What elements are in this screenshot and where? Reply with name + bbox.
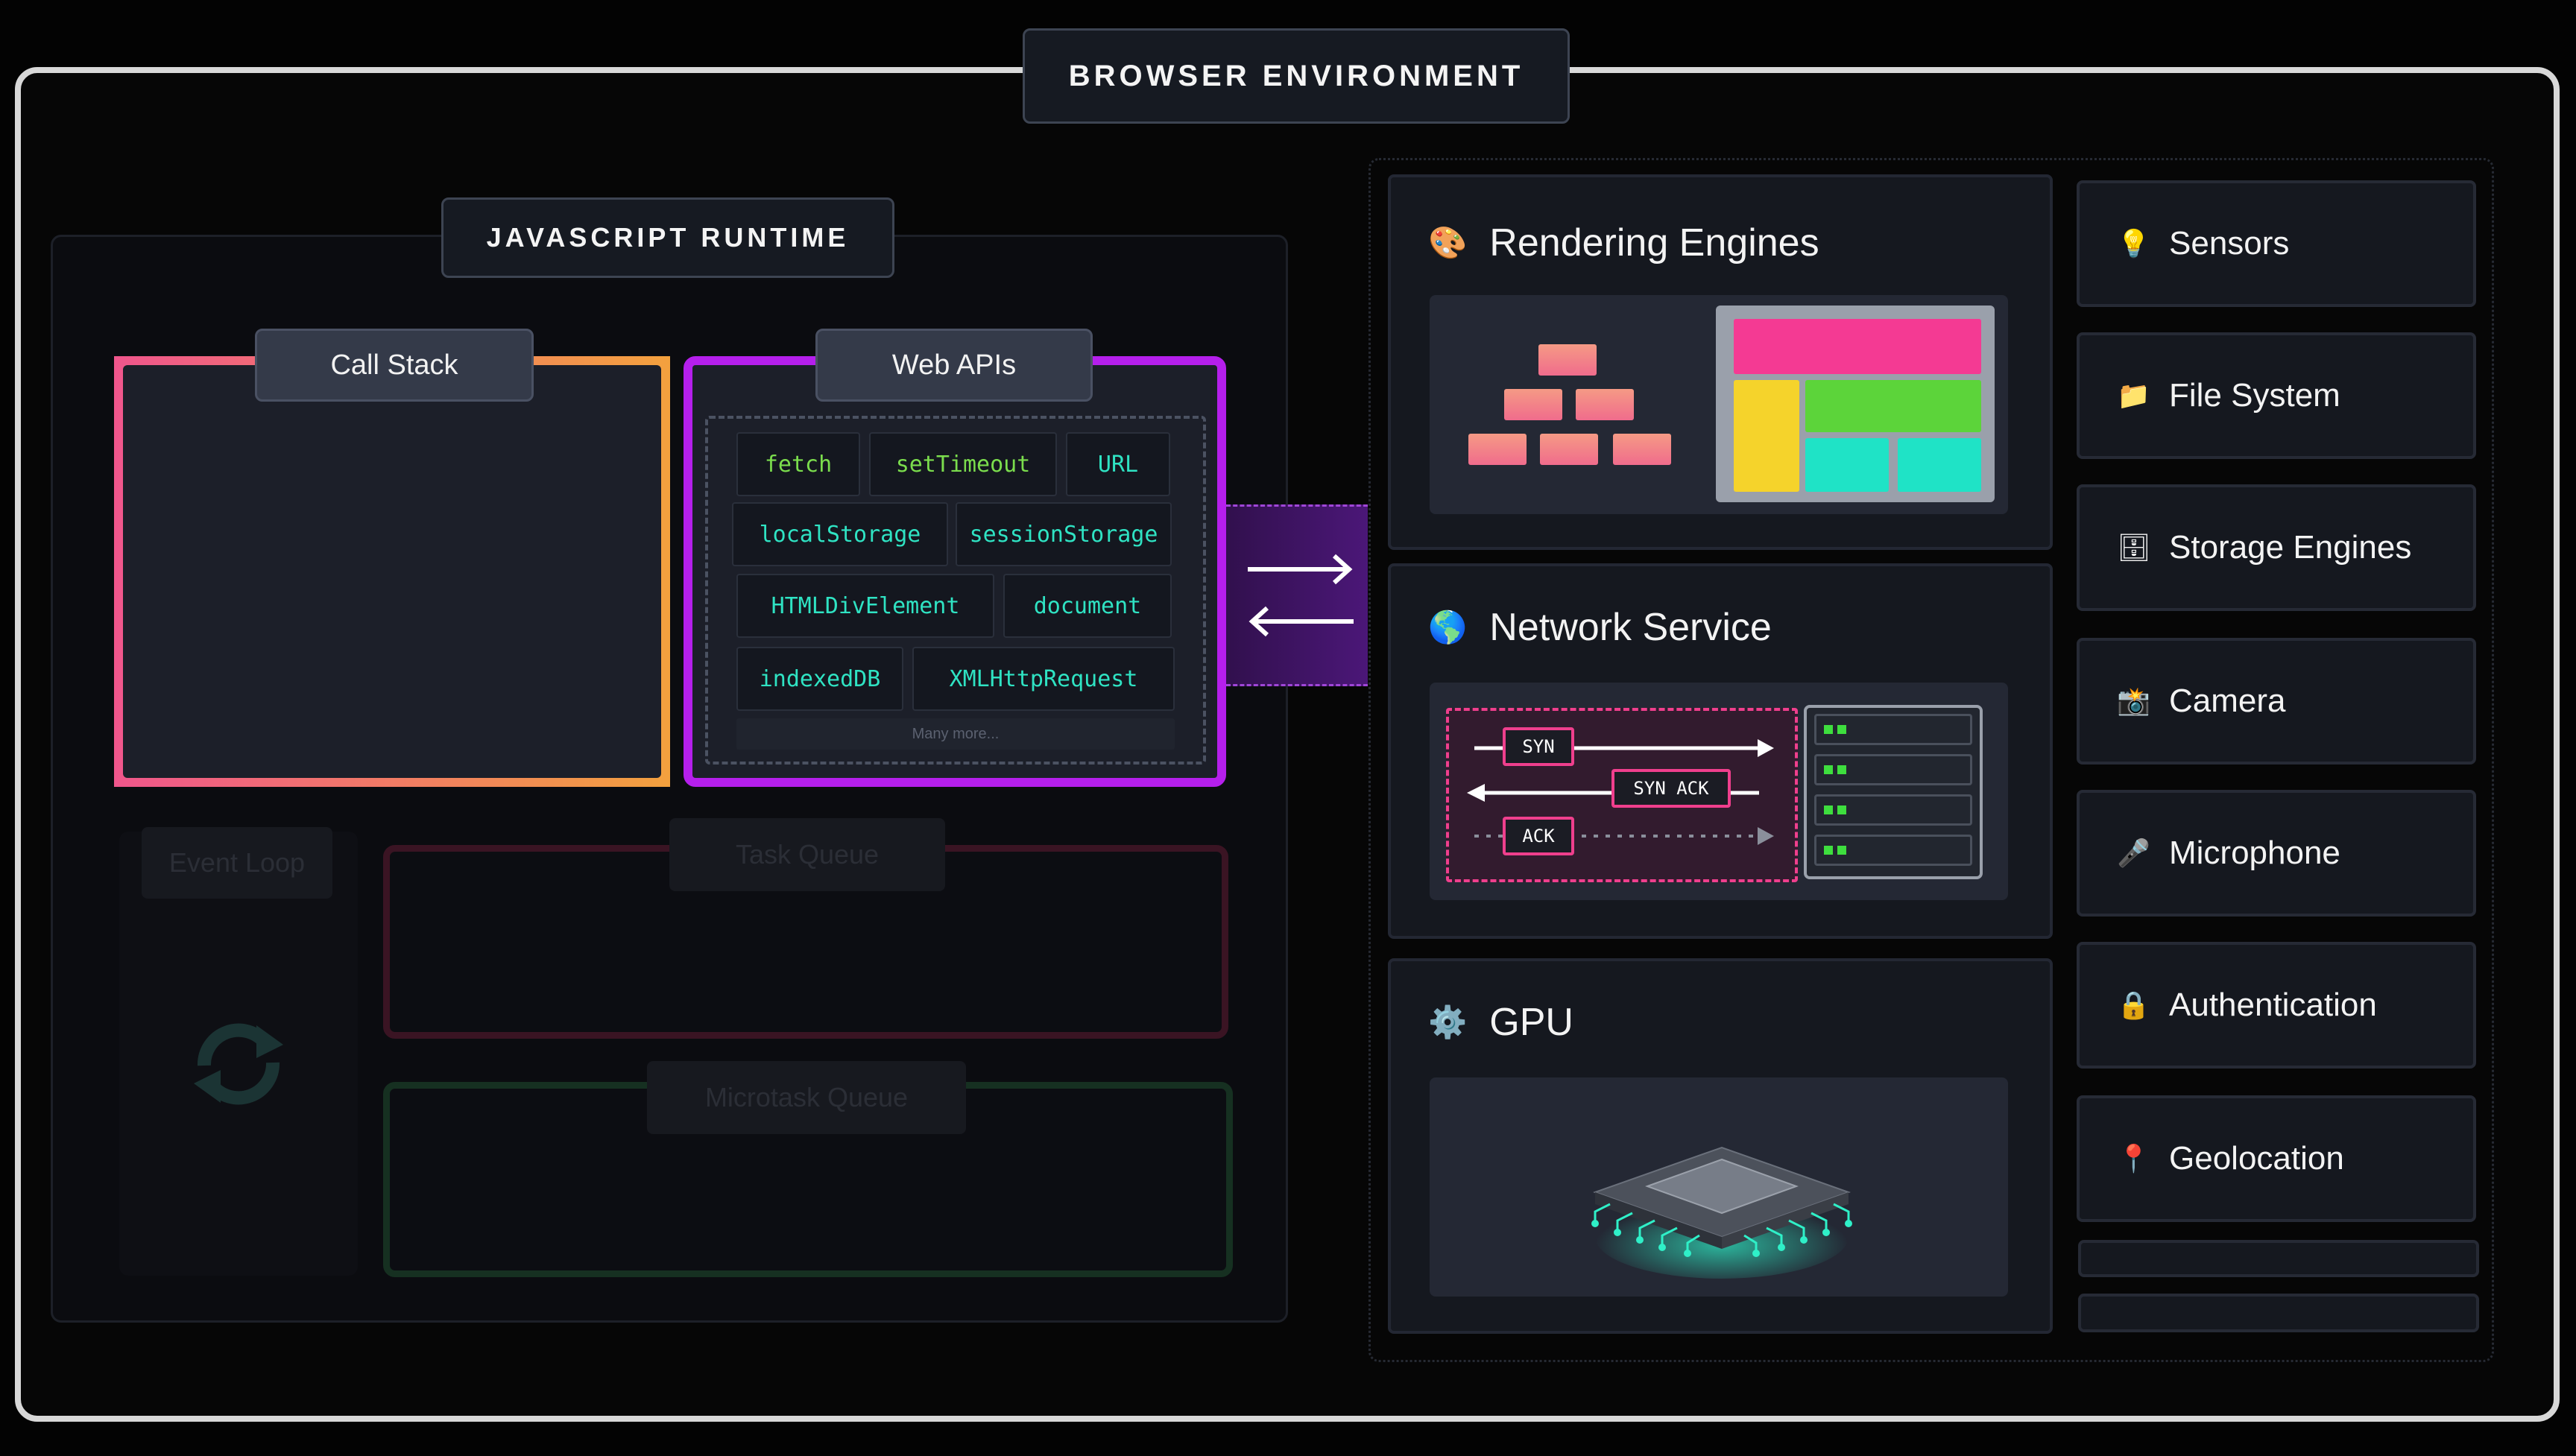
empty-slot xyxy=(2078,1240,2479,1277)
server-unit xyxy=(1814,794,1972,826)
server-unit xyxy=(1814,835,1972,866)
gpu-chip-icon xyxy=(1591,1146,1852,1279)
syn-ack-packet-label: SYN ACK xyxy=(1611,769,1731,808)
layout-header-block xyxy=(1734,319,1981,374)
lightbulb-icon: 💡 xyxy=(2117,228,2150,259)
file-system-label: File System xyxy=(2169,377,2340,414)
call-stack-rounded-frame xyxy=(114,356,670,787)
storage-engines-card: 🗄 Storage Engines xyxy=(2077,484,2476,611)
ack-packet-label: ACK xyxy=(1503,817,1574,855)
browser-environment-title: BROWSER ENVIRONMENT xyxy=(1023,28,1570,124)
network-service-title: 🌎 Network Service xyxy=(1428,598,1772,657)
event-loop-label: Event Loop xyxy=(142,827,332,899)
api-many-more: Many more... xyxy=(736,718,1175,750)
palette-icon: 🎨 xyxy=(1428,224,1468,260)
syn-packet-label: SYN xyxy=(1503,727,1574,766)
cabinet-icon: 🗄 xyxy=(2117,532,2151,563)
gpu-title: ⚙️ GPU xyxy=(1428,993,1573,1052)
authentication-label: Authentication xyxy=(2169,987,2377,1023)
file-system-card: 📁 File System xyxy=(2077,332,2476,459)
geolocation-label: Geolocation xyxy=(2169,1140,2344,1177)
layout-content-block xyxy=(1805,380,1981,432)
camera-icon: 📸 xyxy=(2117,686,2150,716)
event-loop-cycle-icon xyxy=(194,1023,283,1105)
lock-icon: 🔒 xyxy=(2117,990,2150,1020)
dom-node-block xyxy=(1613,434,1671,465)
microphone-icon: 🎤 xyxy=(2117,838,2150,868)
web-apis-label: Web APIs xyxy=(815,329,1093,402)
folder-icon: 📁 xyxy=(2117,380,2150,411)
dom-node-block xyxy=(1540,434,1598,465)
api-indexeddb: indexedDB xyxy=(736,647,903,711)
microphone-label: Microphone xyxy=(2169,835,2340,871)
layout-card-block xyxy=(1898,438,1981,492)
dom-node-block xyxy=(1504,389,1562,420)
api-url: URL xyxy=(1066,432,1170,496)
rendering-engines-label: Rendering Engines xyxy=(1489,221,1819,265)
layout-sidebar-block xyxy=(1734,380,1799,492)
api-localstorage: localStorage xyxy=(732,502,948,566)
api-htmldivelement: HTMLDivElement xyxy=(736,574,994,638)
rendering-engines-title: 🎨 Rendering Engines xyxy=(1428,213,1819,273)
layout-card-block xyxy=(1805,438,1889,492)
dom-node-block xyxy=(1538,344,1597,376)
dom-node-block xyxy=(1468,434,1527,465)
network-service-label: Network Service xyxy=(1489,606,1772,649)
geolocation-card: 📍 Geolocation xyxy=(2077,1095,2476,1222)
api-sessionstorage: sessionStorage xyxy=(956,502,1172,566)
camera-label: Camera xyxy=(2169,683,2286,719)
microtask-queue-label: Microtask Queue xyxy=(647,1061,966,1134)
pin-icon: 📍 xyxy=(2117,1143,2150,1174)
call-stack-label: Call Stack xyxy=(255,329,534,402)
authentication-card: 🔒 Authentication xyxy=(2077,942,2476,1069)
camera-card: 📸 Camera xyxy=(2077,638,2476,765)
sensors-card: 💡 Sensors xyxy=(2077,180,2476,307)
server-unit xyxy=(1814,754,1972,785)
bidirectional-arrows-icon xyxy=(1248,554,1354,637)
empty-slot xyxy=(2078,1294,2479,1332)
sensors-label: Sensors xyxy=(2169,225,2290,262)
api-xmlhttprequest: XMLHttpRequest xyxy=(912,647,1175,711)
api-document: document xyxy=(1003,574,1172,638)
api-settimeout: setTimeout xyxy=(869,432,1057,496)
storage-engines-label: Storage Engines xyxy=(2169,529,2412,566)
dom-node-block xyxy=(1576,389,1634,420)
server-unit xyxy=(1814,714,1972,745)
gear-icon: ⚙️ xyxy=(1428,1004,1468,1039)
microphone-card: 🎤 Microphone xyxy=(2077,790,2476,917)
task-queue-label: Task Queue xyxy=(669,818,945,891)
globe-icon: 🌎 xyxy=(1428,609,1468,645)
api-fetch: fetch xyxy=(736,432,860,496)
gpu-label: GPU xyxy=(1489,1001,1573,1044)
javascript-runtime-title: JAVASCRIPT RUNTIME xyxy=(441,197,894,278)
